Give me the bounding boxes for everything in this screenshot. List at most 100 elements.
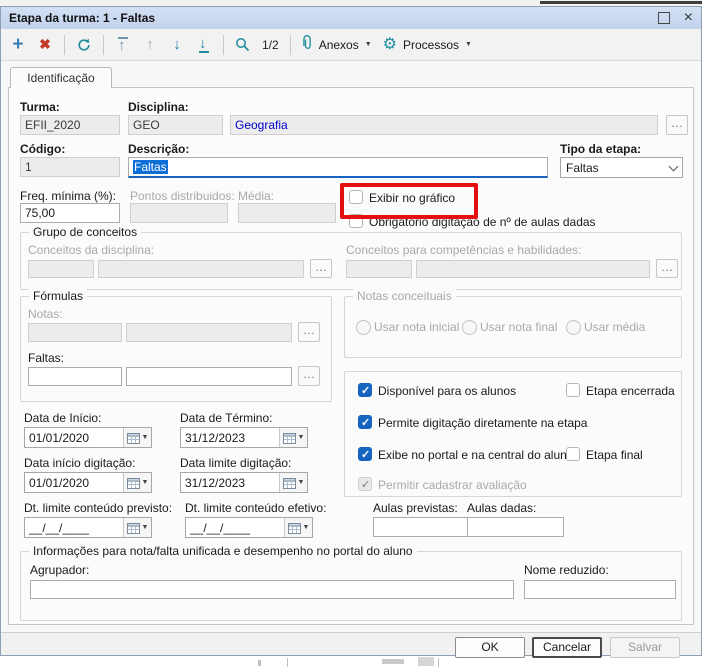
tipo-etapa-select[interactable]: Faltas (560, 157, 683, 178)
conceitos-competencias-lookup-button[interactable]: … (656, 259, 678, 278)
formula-notas-label: Notas: (28, 307, 63, 321)
data-inicio-picker[interactable]: 01/01/2020 ▼ (24, 427, 152, 448)
calendar-icon[interactable]: ▼ (123, 473, 151, 492)
chevron-down-icon: ▼ (141, 479, 149, 486)
salvar-button: Salvar (610, 637, 680, 658)
anexos-label: Anexos (318, 37, 359, 52)
maximize-icon[interactable] (657, 12, 670, 24)
limite-conteudo-previsto-label: Dt. limite conteúdo previsto: (24, 501, 173, 515)
move-up-button[interactable]: ↑ (142, 37, 158, 52)
exibe-portal-label: Exibe no portal e na central do aluno (378, 448, 574, 462)
permite-digitacao-checkbox[interactable] (358, 415, 372, 429)
toolbar-separator (223, 34, 224, 55)
background-fragment (418, 657, 434, 666)
conceitos-disciplina-code-field (28, 260, 94, 278)
chevron-down-icon: ▼ (141, 434, 149, 441)
limite-conteudo-previsto-picker[interactable]: __/__/____ ▼ (24, 517, 152, 538)
record-pager: 1/2 (262, 37, 279, 52)
formula-faltas-code-field[interactable] (28, 367, 122, 386)
data-inicio-digitacao-label: Data início digitação: (24, 456, 136, 470)
descricao-label: Descrição: (128, 142, 190, 156)
toolbar: + ✖ ↑ ↑ ↓ ↓ 1/2 Anexos ▼ ⚙ Processos ▼ (1, 29, 701, 61)
cancelar-button[interactable]: Cancelar (532, 637, 602, 658)
descricao-field[interactable]: Faltas (128, 157, 548, 178)
aulas-dadas-label: Aulas dadas: (467, 501, 537, 515)
add-button[interactable]: + (10, 35, 26, 54)
codigo-field: 1 (20, 157, 120, 177)
ok-button[interactable]: OK (455, 637, 525, 658)
move-down-button[interactable]: ↓ (169, 37, 185, 52)
agrupador-field[interactable] (30, 580, 514, 599)
formulas-groupbox: Fórmulas (20, 289, 332, 402)
conceitos-competencias-label: Conceitos para competências e habilidade… (346, 243, 582, 257)
disponivel-alunos-label: Disponível para os alunos (378, 384, 517, 398)
processos-label: Processos (403, 37, 460, 52)
exibe-portal-checkbox[interactable] (358, 447, 372, 461)
data-limite-digitacao-picker[interactable]: 31/12/2023 ▼ (180, 472, 308, 493)
aulas-dadas-field[interactable] (467, 517, 564, 537)
usar-nota-inicial-label: Usar nota inicial (374, 320, 460, 334)
disciplina-code-field: GEO (128, 115, 223, 135)
usar-media-radio (566, 320, 581, 335)
etapa-final-checkbox[interactable] (566, 447, 580, 461)
screen: Etapa da turma: 1 - Faltas × + ✖ ↑ ↑ ↓ ↓… (0, 0, 702, 668)
processos-dropdown[interactable]: ⚙ Processos ▼ (382, 35, 472, 53)
media-label: Média: (238, 189, 275, 203)
nome-reduzido-field[interactable] (524, 580, 676, 599)
close-icon[interactable]: × (684, 10, 693, 26)
formulas-title: Fórmulas (29, 289, 88, 303)
limite-conteudo-efetivo-picker[interactable]: __/__/____ ▼ (185, 517, 313, 538)
formula-notas-lookup-button[interactable]: … (298, 322, 320, 342)
refresh-icon[interactable] (76, 37, 92, 53)
calendar-icon[interactable]: ▼ (279, 473, 307, 492)
etapa-encerrada-label: Etapa encerrada (586, 384, 675, 398)
calendar-icon[interactable]: ▼ (123, 428, 151, 447)
etapa-encerrada-checkbox[interactable] (566, 383, 580, 397)
delete-button[interactable]: ✖ (37, 36, 53, 53)
data-inicio-digitacao-picker[interactable]: 01/01/2020 ▼ (24, 472, 152, 493)
aulas-previstas-field[interactable] (373, 517, 470, 537)
pontos-field (130, 203, 228, 223)
disciplina-name-field: Geografia (230, 115, 658, 135)
toolbar-separator (64, 34, 65, 55)
tab-identificacao[interactable]: Identificação (10, 67, 112, 88)
anexos-dropdown[interactable]: Anexos ▼ (302, 35, 372, 54)
tipo-etapa-label: Tipo da etapa: (560, 142, 642, 156)
data-termino-label: Data de Término: (180, 411, 273, 425)
conceitos-disciplina-name-field (98, 260, 304, 278)
formula-notas-name-field (126, 323, 292, 342)
move-last-button[interactable]: ↓ (196, 36, 212, 53)
nome-reduzido-label: Nome reduzido: (524, 563, 609, 577)
title-bar[interactable]: Etapa da turma: 1 - Faltas × (1, 7, 701, 29)
data-termino-picker[interactable]: 31/12/2023 ▼ (180, 427, 308, 448)
formula-faltas-lookup-button[interactable]: … (298, 366, 320, 386)
toolbar-separator (103, 34, 104, 55)
usar-nota-inicial-radio (356, 320, 371, 335)
search-icon[interactable] (235, 37, 251, 53)
chevron-down-icon: ▼ (302, 524, 310, 531)
chevron-down-icon: ▼ (141, 524, 149, 531)
disponivel-alunos-checkbox[interactable] (358, 383, 372, 397)
calendar-icon[interactable]: ▼ (284, 518, 312, 537)
formula-faltas-label: Faltas: (28, 351, 65, 365)
calendar-icon[interactable]: ▼ (279, 428, 307, 447)
background-window-line (540, 1, 702, 4)
gear-icon: ⚙ (382, 35, 397, 53)
media-field (238, 203, 336, 223)
background-fragment (438, 658, 439, 667)
conceitos-competencias-name-field (416, 260, 650, 278)
background-fragment (382, 659, 404, 664)
disciplina-lookup-button[interactable]: … (666, 115, 688, 135)
etapa-final-label: Etapa final (586, 448, 643, 462)
freq-minima-field[interactable]: 75,00 (20, 203, 120, 223)
move-first-button[interactable]: ↑ (115, 36, 131, 53)
conceitos-disciplina-label: Conceitos da disciplina: (28, 243, 155, 257)
highlight-rectangle (340, 183, 478, 219)
formula-faltas-name-field[interactable] (126, 367, 292, 386)
chevron-down-icon (668, 161, 679, 171)
disciplina-label: Disciplina: (128, 100, 189, 114)
freq-minima-label: Freq. mínima (%): (20, 189, 117, 203)
conceitos-disciplina-lookup-button[interactable]: … (310, 259, 332, 278)
calendar-icon[interactable]: ▼ (123, 518, 151, 537)
grupo-conceitos-title: Grupo de conceitos (29, 225, 142, 239)
